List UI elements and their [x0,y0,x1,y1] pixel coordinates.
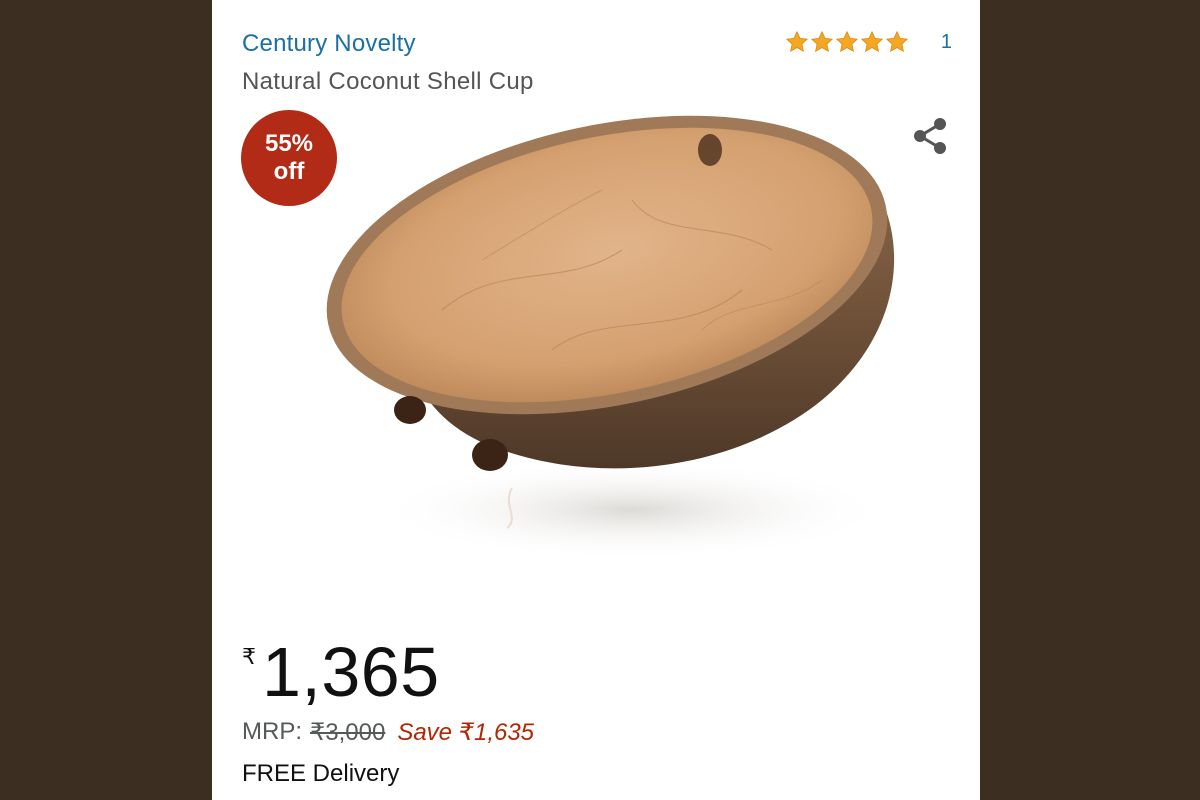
rating-count[interactable]: 1 [941,31,952,54]
star-icon [810,30,833,52]
save-amount: Save ₹1,635 [397,719,535,746]
mrp-value: ₹3,000 [310,719,386,746]
page-background: Century Novelty 1 Natural Coconut Shell … [0,0,1200,800]
star-icon [835,30,858,52]
share-icon[interactable] [908,114,952,158]
brand-link[interactable]: Century Novelty [242,30,416,58]
discount-badge: 55% off [241,110,337,206]
discount-percent: 55% [264,130,314,157]
star-rating [785,30,909,54]
currency-symbol: ₹ [242,644,256,669]
mrp-line: MRP: ₹3,000 Save ₹1,635 [242,718,534,747]
star-icon [785,30,808,52]
product-image[interactable] [302,110,902,580]
mrp-label: MRP: [242,718,302,745]
price-value: 1,365 [262,633,440,711]
product-title: Natural Coconut Shell Cup [242,68,534,95]
rating[interactable]: 1 [785,30,952,54]
discount-label: off [273,158,305,185]
product-card: Century Novelty 1 Natural Coconut Shell … [212,0,980,800]
delivery-info: FREE Delivery [242,760,400,787]
star-icon [860,30,883,52]
star-icon [885,30,908,52]
price: ₹ 1,365 [242,632,440,712]
